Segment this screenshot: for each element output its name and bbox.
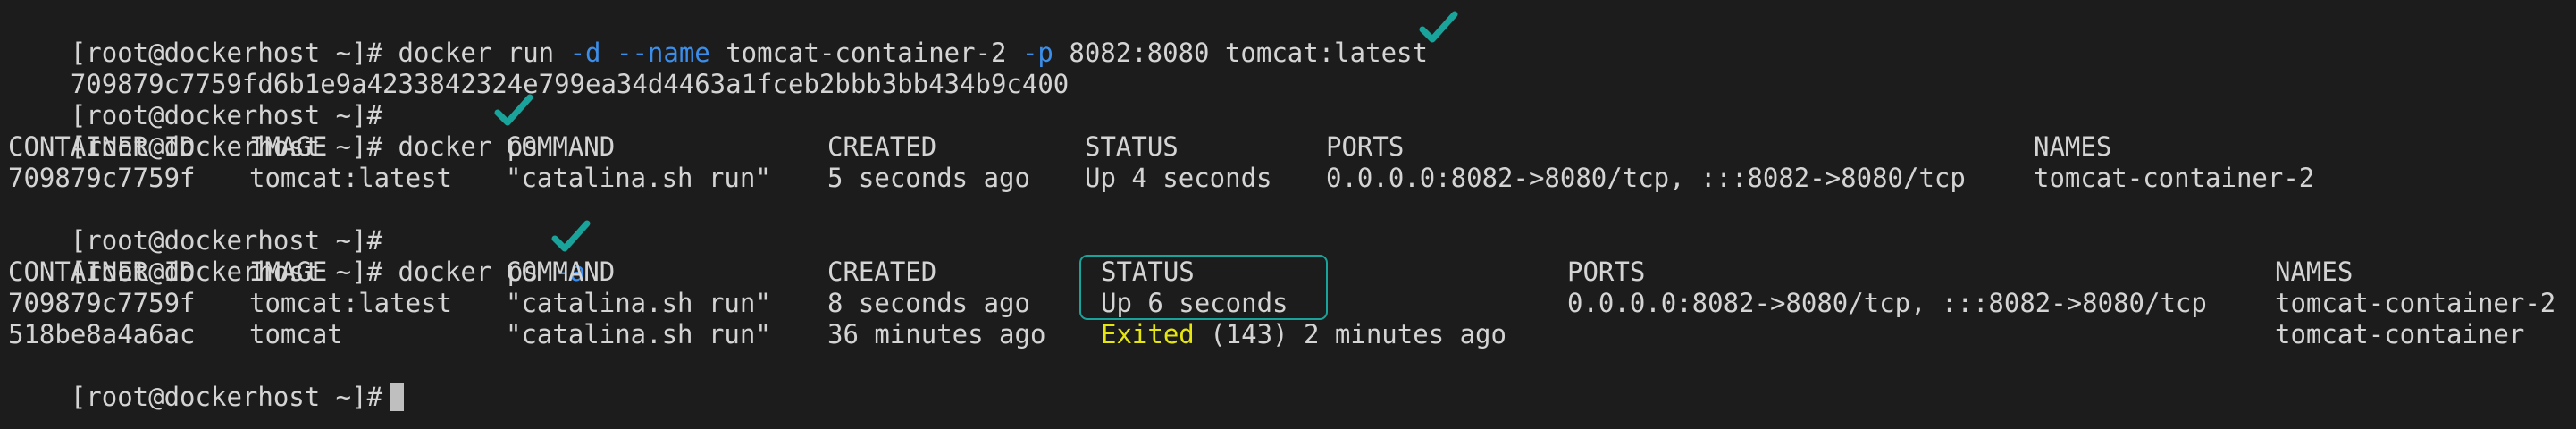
image-arg: tomcat:latest: [1224, 38, 1428, 68]
check-icon: [494, 94, 533, 126]
column-header-command: COMMAND: [506, 257, 616, 287]
cell-container-id: 709879c7759f: [8, 163, 196, 193]
cell-status: Up 4 seconds: [1085, 163, 1272, 193]
cell-names: tomcat-container-2: [2034, 163, 2315, 193]
cell-created: 36 minutes ago: [827, 319, 1046, 349]
column-header-status: STATUS: [1085, 131, 1179, 162]
column-header-names: NAMES: [2034, 131, 2112, 162]
cell-command: "catalina.sh run": [506, 163, 771, 193]
column-header-image: IMAGE: [249, 257, 328, 287]
cell-image: tomcat:latest: [249, 163, 452, 193]
column-header-created: CREATED: [827, 131, 937, 162]
cell-command: "catalina.sh run": [506, 288, 771, 318]
check-icon: [1419, 11, 1458, 43]
cell-command: "catalina.sh run": [506, 319, 771, 349]
cell-ports: 0.0.0.0:8082->8080/tcp, :::8082->8080/tc…: [1326, 163, 1966, 193]
column-header-names: NAMES: [2275, 257, 2354, 287]
status-exit-detail: (143) 2 minutes ago: [1194, 319, 1506, 349]
empty-prompt-line: [root@dockerhost ~]#: [8, 69, 382, 130]
cell-image: tomcat: [249, 319, 343, 349]
column-header-created: CREATED: [827, 257, 937, 287]
command-line-docker-run: [root@dockerhost ~]# docker run -d --nam…: [8, 6, 1428, 68]
command-line-docker-ps: [root@dockerhost ~]# docker ps: [8, 100, 539, 162]
cell-created: 5 seconds ago: [827, 163, 1030, 193]
table-row: 709879c7759f tomcat:latest "catalina.sh …: [8, 163, 2314, 194]
column-header-container-id: CONTAINER ID: [8, 257, 196, 287]
cell-names: tomcat-container: [2275, 319, 2525, 349]
status-column-highlight: [1079, 255, 1328, 320]
cell-container-id: 709879c7759f: [8, 288, 196, 318]
run-output-line: 709879c7759fd6b1e9a4233842324e799ea34d44…: [8, 38, 1069, 99]
check-icon: [551, 220, 591, 252]
cell-image: tomcat:latest: [249, 288, 452, 318]
cell-status: Exited (143) 2 minutes ago: [1101, 319, 1506, 350]
ps-table-header: CONTAINER ID IMAGE COMMAND CREATED STATU…: [8, 131, 2111, 163]
column-header-ports: PORTS: [1326, 131, 1405, 162]
status-exited-label: Exited: [1101, 319, 1195, 349]
command-line-docker-ps-a: [root@dockerhost ~]# docker ps -a: [8, 225, 585, 287]
shell-prompt: [root@dockerhost ~]#: [70, 382, 383, 412]
table-row: 709879c7759f tomcat:latest "catalina.sh …: [8, 288, 2555, 319]
column-header-ports: PORTS: [1567, 257, 1646, 287]
active-prompt-line[interactable]: [root@dockerhost ~]#: [8, 350, 405, 412]
psa-table-header: CONTAINER ID IMAGE COMMAND CREATED STATU…: [8, 257, 2353, 288]
table-row: 518be8a4a6ac tomcat "catalina.sh run" 36…: [8, 319, 2524, 350]
cell-ports: 0.0.0.0:8082->8080/tcp, :::8082->8080/tc…: [1567, 288, 2207, 318]
cell-container-id: 518be8a4a6ac: [8, 319, 196, 349]
column-header-command: COMMAND: [506, 131, 616, 162]
empty-prompt-line: [root@dockerhost ~]#: [8, 194, 382, 256]
terminal-cursor[interactable]: [390, 383, 405, 411]
column-header-image: IMAGE: [249, 131, 328, 162]
port-mapping-arg: 8082:8080: [1069, 38, 1210, 68]
column-header-container-id: CONTAINER ID: [8, 131, 196, 162]
terminal-window[interactable]: [root@dockerhost ~]# docker run -d --nam…: [0, 0, 2576, 429]
cell-created: 8 seconds ago: [827, 288, 1030, 318]
cell-names: tomcat-container-2: [2275, 288, 2556, 318]
